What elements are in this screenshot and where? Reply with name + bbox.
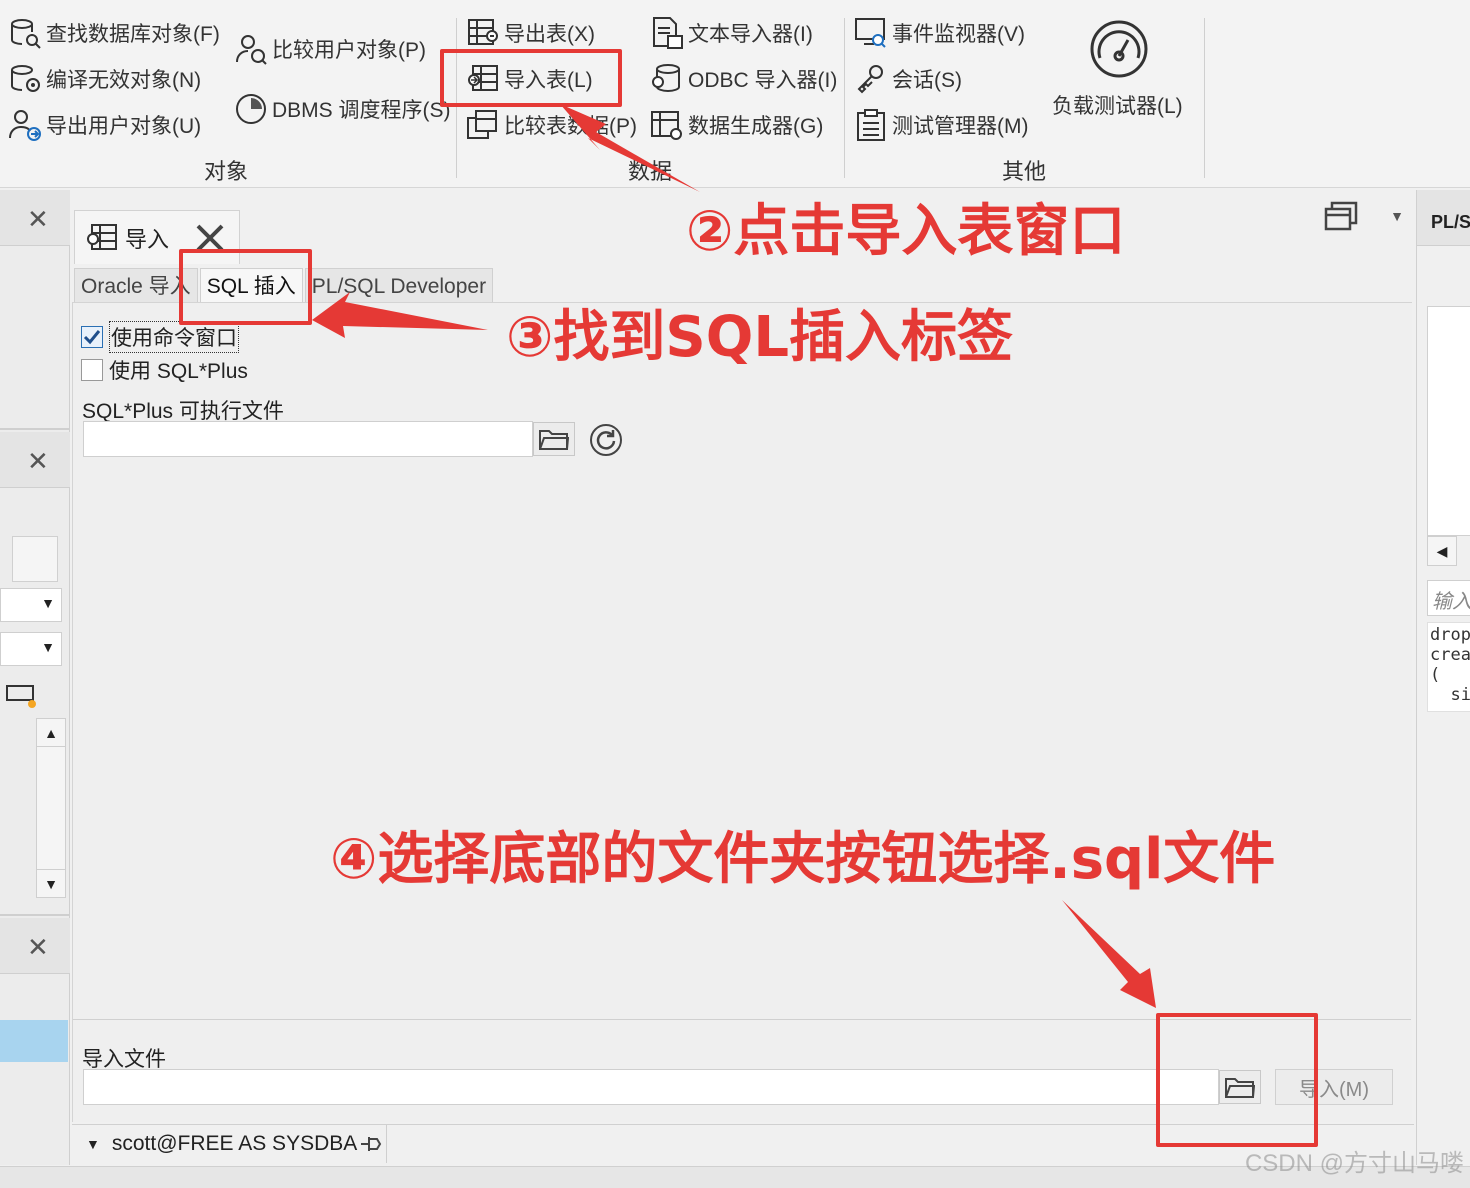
annotation-arrows — [312, 104, 1156, 1008]
annotation-arrow-step3 — [312, 292, 488, 338]
annotation-step4: ④选择底部的文件夹按钮选择.sql文件 — [330, 827, 1276, 892]
annotation-step3: ③找到SQL插入标签 — [506, 305, 1014, 370]
annotation-arrow-step2 — [560, 104, 700, 192]
watermark: CSDN @方寸山马喽 — [1244, 1150, 1464, 1177]
annotation-arrow-step4 — [1062, 900, 1156, 1008]
annotation-step2: ②点击导入表窗口 — [686, 199, 1126, 264]
